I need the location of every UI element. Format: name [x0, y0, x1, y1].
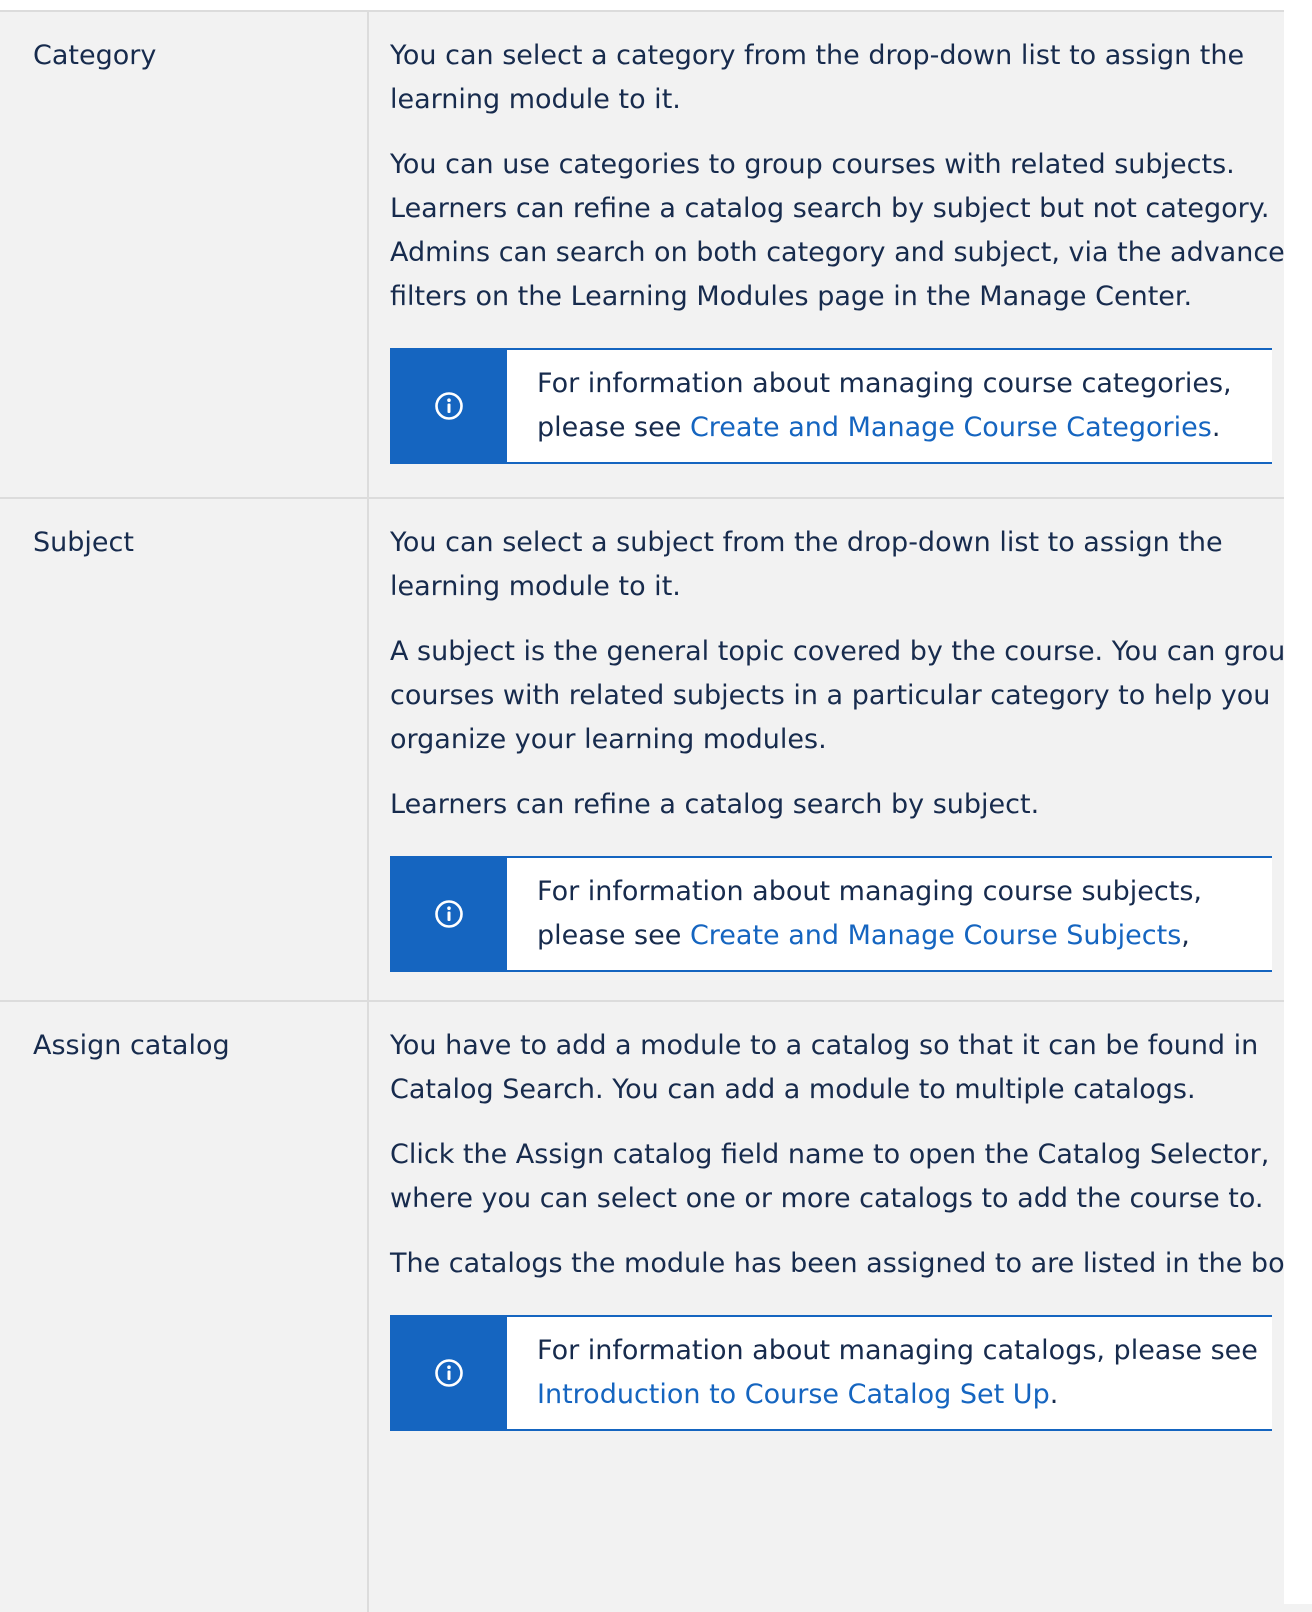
description-paragraph: The catalogs the module has been assigne… — [390, 1248, 1309, 1279]
callout-text-after: . — [1211, 412, 1221, 443]
info-callout: For information about managing course ca… — [390, 348, 1272, 464]
callout-text-after: , — [1181, 920, 1190, 951]
create-manage-course-subjects-link[interactable]: Create and Manage Course Subjects — [690, 920, 1181, 951]
callout-text: For information about managing catalogs,… — [507, 1317, 1272, 1429]
info-icon — [434, 391, 464, 421]
description-paragraph: You can select a subject from the drop-d… — [390, 527, 1223, 602]
fields-table: Category You can select a category from … — [0, 10, 1312, 1612]
course-catalog-setup-link[interactable]: Introduction to Course Catalog Set Up — [537, 1379, 1050, 1410]
callout-icon-bar — [390, 350, 507, 462]
field-description: You have to add a module to a catalog so… — [369, 1002, 1312, 1612]
table-row-subject: Subject You can select a subject from th… — [0, 499, 1312, 1002]
info-icon — [434, 899, 464, 929]
field-name: Subject — [0, 499, 369, 1000]
create-manage-course-categories-link[interactable]: Create and Manage Course Categories — [690, 412, 1212, 443]
callout-text: For information about managing course ca… — [507, 350, 1272, 462]
info-icon — [434, 1358, 464, 1388]
callout-text-after: . — [1049, 1379, 1059, 1410]
callout-icon-bar — [390, 1317, 507, 1429]
page-right-margin — [1284, 0, 1312, 1604]
field-name: Category — [0, 12, 369, 497]
callout-icon-bar — [390, 858, 507, 970]
info-callout: For information about managing catalogs,… — [390, 1315, 1272, 1431]
description-paragraph: You have to add a module to a catalog so… — [390, 1030, 1259, 1105]
description-paragraph: A subject is the general topic covered b… — [390, 636, 1303, 755]
field-description: You can select a category from the drop-… — [369, 12, 1312, 497]
description-paragraph: Learners can refine a catalog search by … — [390, 789, 1040, 820]
description-paragraph: You can use categories to group courses … — [390, 149, 1302, 312]
description-paragraph: You can select a category from the drop-… — [390, 40, 1245, 115]
field-description: You can select a subject from the drop-d… — [369, 499, 1312, 1000]
description-paragraph: Click the Assign catalog field name to o… — [390, 1139, 1270, 1214]
field-name: Assign catalog — [0, 1002, 369, 1612]
callout-text: For information about managing course su… — [507, 858, 1272, 970]
table-row-category: Category You can select a category from … — [0, 12, 1312, 499]
table-row-assign-catalog: Assign catalog You have to add a module … — [0, 1002, 1312, 1612]
info-callout: For information about managing course su… — [390, 856, 1272, 972]
callout-text-before: For information about managing catalogs,… — [537, 1335, 1258, 1366]
